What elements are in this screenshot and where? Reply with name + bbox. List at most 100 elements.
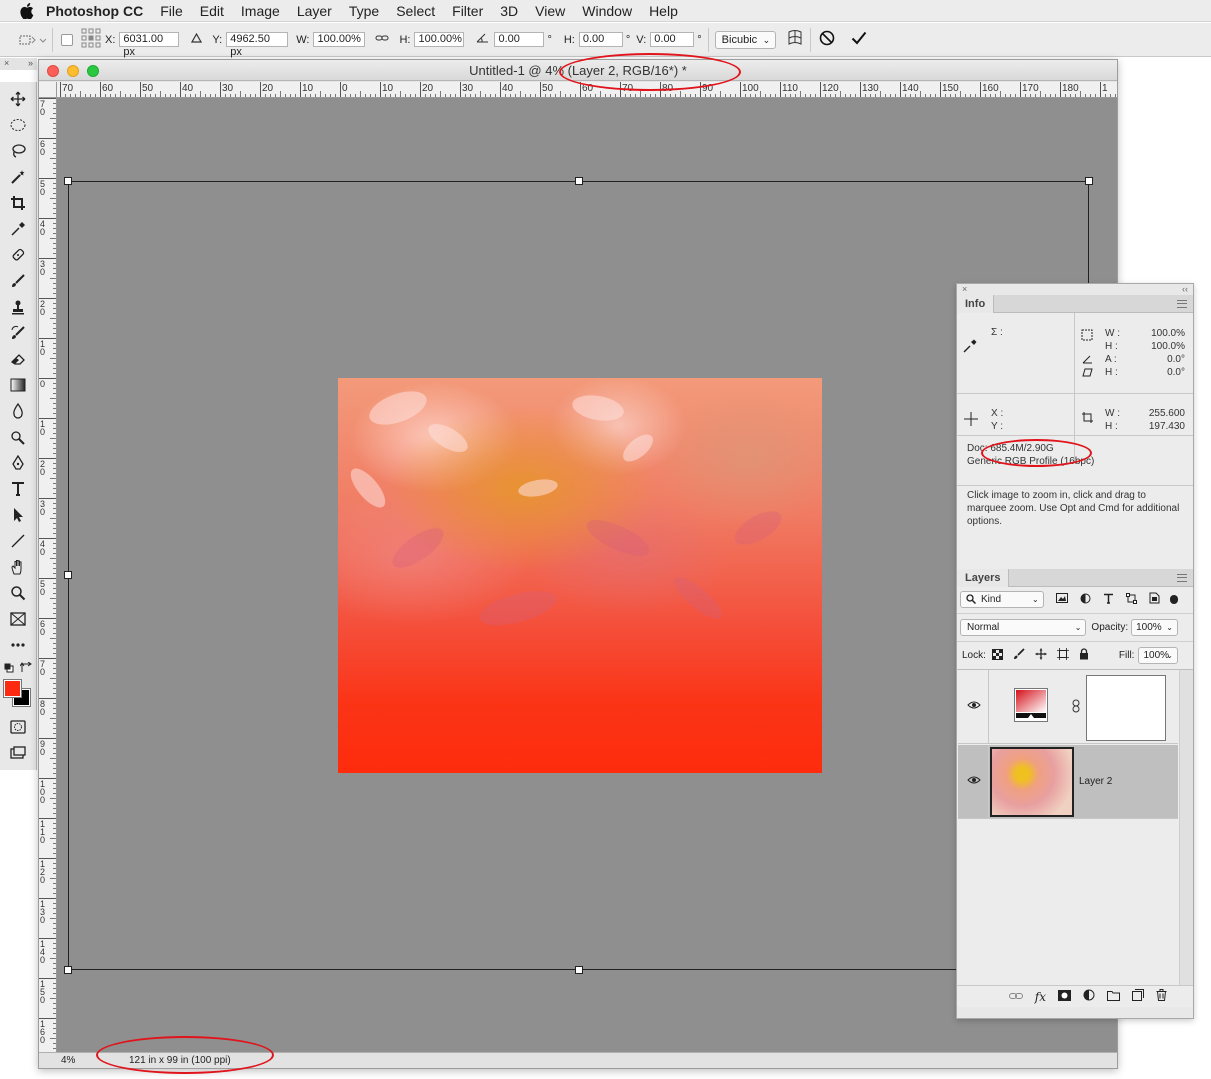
- tab-info[interactable]: Info: [957, 295, 995, 313]
- add-mask-icon[interactable]: [1058, 989, 1071, 1004]
- width-input[interactable]: 100.00%: [313, 32, 366, 47]
- lock-all-icon[interactable]: [1079, 648, 1089, 663]
- quick-mask-icon[interactable]: [5, 715, 31, 739]
- zoom-window-button[interactable]: [87, 65, 99, 77]
- commit-transform-icon[interactable]: [851, 31, 867, 48]
- transform-handle-top-center[interactable]: [575, 177, 583, 185]
- transform-handle-middle-left[interactable]: [64, 571, 72, 579]
- interpolation-select[interactable]: Bicubic ⌄: [714, 30, 777, 49]
- lock-image-pixels-icon[interactable]: [1013, 648, 1025, 663]
- transform-tool-preset-icon[interactable]: [18, 33, 46, 47]
- default-colors-icon[interactable]: [4, 663, 14, 673]
- reference-point-grid-icon[interactable]: [81, 28, 101, 51]
- close-window-button[interactable]: [47, 65, 59, 77]
- lock-position-icon[interactable]: [1035, 648, 1047, 663]
- history-brush-tool-icon[interactable]: [5, 321, 31, 345]
- x-input[interactable]: 6031.00 px: [119, 32, 180, 58]
- adjustment-layer-filter-icon[interactable]: [1080, 593, 1091, 607]
- panel-menu-icon[interactable]: [1177, 300, 1187, 308]
- pixel-layer-filter-icon[interactable]: [1055, 593, 1068, 606]
- menu-select[interactable]: Select: [396, 3, 435, 19]
- menu-image[interactable]: Image: [241, 3, 280, 19]
- document-titlebar[interactable]: Untitled-1 @ 4% (Layer 2, RGB/16*) *: [39, 60, 1117, 81]
- link-chain-icon[interactable]: [1072, 699, 1080, 716]
- menu-3d[interactable]: 3D: [500, 3, 518, 19]
- ruler-origin[interactable]: [39, 82, 57, 98]
- gradient-map-adjustment-icon[interactable]: [1014, 688, 1048, 722]
- lasso-tool-icon[interactable]: [5, 139, 31, 163]
- vertical-ruler[interactable]: 7 0 6 0 5 0 4 0 3 0 2 0 1 0 0 1 0 2 0 3 0 4 0 5 0 6 0…: [39, 98, 57, 1053]
- menu-layer[interactable]: Layer: [297, 3, 332, 19]
- menu-view[interactable]: View: [535, 3, 565, 19]
- transform-handle-top-right[interactable]: [1085, 177, 1093, 185]
- zoom-level[interactable]: 4%: [61, 1055, 111, 1066]
- delete-layer-icon[interactable]: [1156, 989, 1167, 1004]
- link-icon[interactable]: [375, 33, 389, 46]
- filter-toggle-icon[interactable]: [1169, 595, 1178, 604]
- type-layer-filter-icon[interactable]: [1103, 593, 1114, 607]
- transform-handle-top-left[interactable]: [64, 177, 72, 185]
- layer-2-thumbnail[interactable]: [990, 747, 1074, 817]
- cancel-transform-icon[interactable]: [819, 30, 835, 49]
- visibility-eye-icon[interactable]: [967, 775, 981, 785]
- height-input[interactable]: 100.00%: [414, 32, 465, 47]
- hand-tool-icon[interactable]: [5, 555, 31, 579]
- document-size-info[interactable]: 121 in x 99 in (100 ppi): [129, 1055, 231, 1066]
- smart-object-filter-icon[interactable]: [1149, 592, 1160, 607]
- transform-handle-bottom-center[interactable]: [575, 966, 583, 974]
- pen-tool-icon[interactable]: [5, 451, 31, 475]
- eraser-tool-icon[interactable]: [5, 347, 31, 371]
- link-layers-icon[interactable]: [1008, 991, 1023, 1003]
- fill-input[interactable]: 100% ⌄: [1138, 647, 1178, 664]
- menu-filter[interactable]: Filter: [452, 3, 483, 19]
- collapse-icon[interactable]: ‹‹: [1182, 284, 1188, 295]
- clone-stamp-tool-icon[interactable]: [5, 295, 31, 319]
- path-selection-tool-icon[interactable]: [5, 503, 31, 527]
- layers-scrollbar[interactable]: [1179, 670, 1193, 985]
- visibility-eye-icon[interactable]: [967, 700, 981, 710]
- gradient-tool-icon[interactable]: [5, 373, 31, 397]
- menu-help[interactable]: Help: [649, 3, 678, 19]
- magic-wand-tool-icon[interactable]: [5, 165, 31, 189]
- shape-layer-filter-icon[interactable]: [1125, 592, 1137, 607]
- elliptical-marquee-tool-icon[interactable]: [5, 113, 31, 137]
- new-adjustment-layer-icon[interactable]: [1083, 989, 1095, 1004]
- crop-tool-icon[interactable]: [5, 191, 31, 215]
- app-name-menu[interactable]: Photoshop CC: [46, 3, 143, 19]
- reference-point-checkbox[interactable]: [61, 33, 73, 46]
- panel-dock-header[interactable]: × ‹‹: [957, 284, 1193, 295]
- horizontal-skew-input[interactable]: 0.00: [578, 32, 623, 47]
- close-icon[interactable]: ×: [4, 58, 9, 70]
- artboard-frame-icon[interactable]: [5, 607, 31, 631]
- blur-tool-icon[interactable]: [5, 399, 31, 423]
- type-tool-icon[interactable]: [5, 477, 31, 501]
- foreground-color-swatch[interactable]: [3, 679, 22, 698]
- opacity-input[interactable]: 100% ⌄: [1131, 619, 1178, 636]
- minimize-window-button[interactable]: [67, 65, 79, 77]
- eyedropper-tool-icon[interactable]: [5, 217, 31, 241]
- lock-transparent-pixels-icon[interactable]: [991, 648, 1003, 663]
- lock-artboard-icon[interactable]: [1056, 648, 1069, 663]
- more-tools-icon[interactable]: [5, 633, 31, 657]
- menu-file[interactable]: File: [160, 3, 183, 19]
- layer-row-layer-2[interactable]: Layer 2: [958, 745, 1178, 819]
- warp-mode-icon[interactable]: [786, 29, 804, 50]
- collapse-icon[interactable]: »: [28, 58, 33, 70]
- menu-type[interactable]: Type: [349, 3, 379, 19]
- close-icon[interactable]: ×: [962, 284, 967, 295]
- line-tool-icon[interactable]: [5, 529, 31, 553]
- transform-handle-bottom-left[interactable]: [64, 966, 72, 974]
- menu-window[interactable]: Window: [582, 3, 632, 19]
- panel-menu-icon[interactable]: [1177, 574, 1187, 582]
- healing-brush-tool-icon[interactable]: [5, 243, 31, 267]
- flower-photo-layer[interactable]: [338, 378, 822, 773]
- swap-colors-icon[interactable]: [19, 661, 32, 674]
- vertical-skew-input[interactable]: 0.00: [650, 32, 695, 47]
- rotate-input[interactable]: 0.00: [494, 32, 545, 47]
- layer-kind-filter[interactable]: Kind ⌄: [960, 591, 1044, 608]
- y-input[interactable]: 4962.50 px: [226, 32, 289, 58]
- horizontal-ruler[interactable]: 70 60 50 40 30 20 10 0 10 20 30 40 50 60 70 80 90 100 110 1…: [57, 82, 1117, 98]
- fx-icon[interactable]: fx: [1035, 990, 1046, 1004]
- apple-icon[interactable]: [16, 2, 38, 19]
- screen-mode-icon[interactable]: [5, 741, 31, 765]
